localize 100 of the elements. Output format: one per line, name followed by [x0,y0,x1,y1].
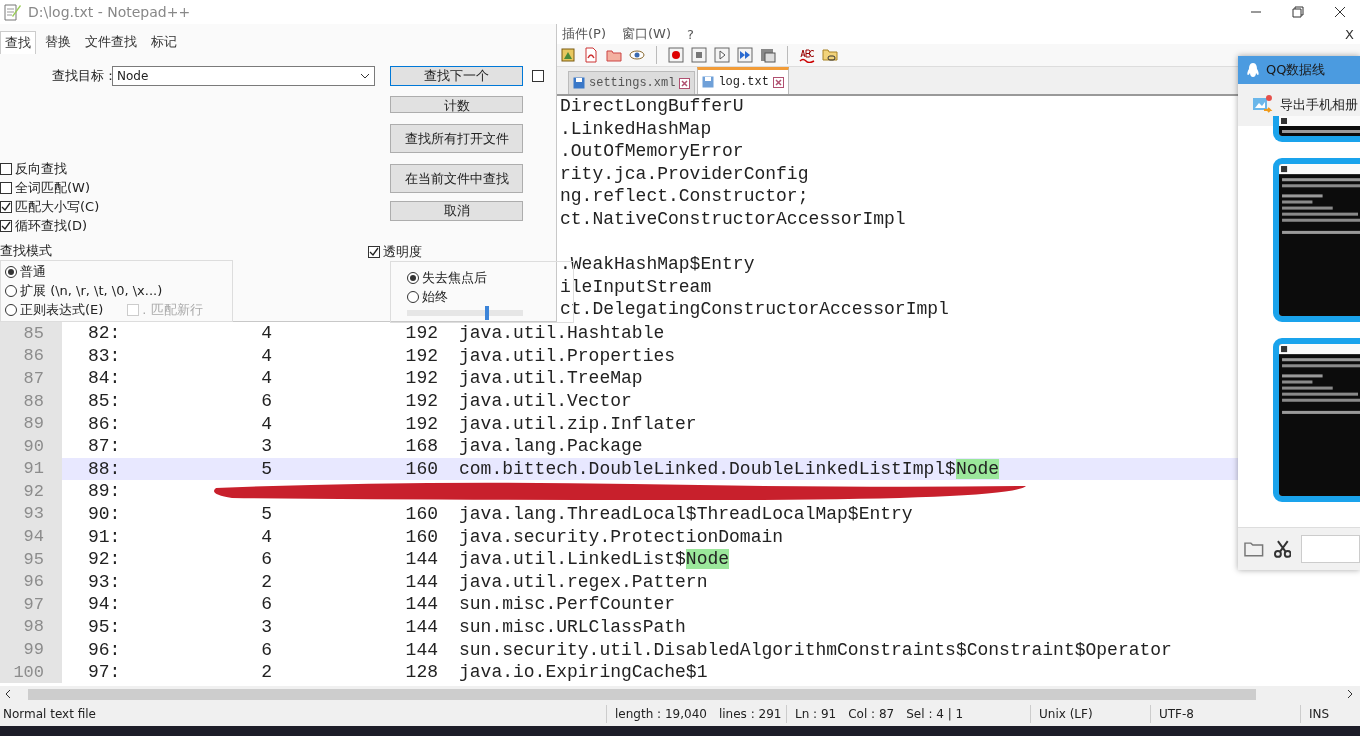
restore-icon[interactable] [1292,6,1304,18]
option-label: 正则表达式(E) [20,301,104,319]
radio-button[interactable] [407,271,419,284]
dialog-tab[interactable]: 标记 [146,31,182,53]
scroll-left-icon[interactable] [4,689,12,699]
code-text: 89: [87,481,122,502]
menu-item[interactable]: 窗口(W) [622,25,671,43]
status-text: UTF-8 [1159,707,1194,721]
code-text: sun.misc.URLClassPath [458,616,687,637]
code-text: .WeakHashMap$Entry [560,254,755,277]
code-text: 3 [261,436,272,457]
code-text: sun.security.util.DisabledAlgorithmConstraints$Constraint$Operator [458,639,1173,660]
line-number: 93 [23,504,44,524]
option-label: 匹配大小写(C) [15,197,100,216]
code-text: ct.NativeConstructorAccessorImpl [560,208,906,231]
code-text: 85: [87,391,122,411]
search-field[interactable]: Node [112,66,375,86]
scroll-right-icon[interactable] [1346,689,1354,699]
code-text: 144 [405,594,438,615]
code-text: 6 [261,549,272,570]
code-text: ng.reflect.Constructor; [560,186,809,209]
code-text: java.lang.ThreadLocal$ThreadLocalMap$Entry [458,504,914,524]
file-tab[interactable]: log.txt [697,67,789,94]
dialog-tab[interactable]: 替换 [40,31,76,53]
code-text: java.util.Hashtable [458,323,666,344]
code-text: sun.misc.PerfCounter [458,594,677,615]
map-icon[interactable] [560,47,576,63]
code-text: ileInputStream [560,276,712,299]
photo-export-icon[interactable] [1252,95,1274,115]
folder-link-icon[interactable] [822,47,838,63]
status-text: Normal text file [3,707,96,721]
find-next-button[interactable]: 查找下一个 [390,66,523,86]
checkbox[interactable] [0,219,12,232]
slider-thumb[interactable] [485,306,490,320]
code-text: 6 [261,639,272,660]
code-text: 96: [87,639,122,660]
radio-button[interactable] [5,304,17,316]
menu-item[interactable]: ? [687,26,694,42]
line-number: 91 [23,459,44,479]
folder-icon[interactable] [1244,541,1264,557]
code-text: 87: [87,436,122,457]
dialog-button[interactable]: 计数 [390,96,523,113]
radio-button[interactable] [407,290,419,303]
spellcheck-icon[interactable] [799,47,815,63]
dialog-tab[interactable]: 查找 [0,30,36,54]
code-text: 2 [261,662,272,683]
code-text: 144 [405,549,438,570]
checkbox[interactable] [0,200,12,213]
play-icon[interactable] [714,47,730,63]
message-input[interactable] [1301,535,1360,563]
field-label: 查找目标： [52,67,112,85]
save-icon [573,77,585,89]
checkbox[interactable] [0,162,12,175]
radio-button[interactable] [5,285,17,297]
folder-icon[interactable] [606,47,622,63]
fast-forward-icon[interactable] [737,47,753,63]
code-text: rity.jca.ProviderConfig [560,163,809,186]
status-text: Col : 87 [848,707,895,721]
scissors-icon[interactable] [1273,540,1292,558]
dialog-button[interactable]: 查找所有打开文件 [390,124,523,153]
record-icon[interactable] [668,47,684,63]
file-tab[interactable]: settings.xml [568,71,696,94]
menu-item[interactable]: 插件(P) [562,25,606,43]
code-text: java.util.zip.Inflater [458,413,698,434]
dialog-tab[interactable]: 文件查找 [80,31,142,53]
dialog-button[interactable]: 在当前文件中查找 [390,164,523,193]
group-title: 查找模式 [0,242,52,260]
option-label: 透明度 [383,242,422,261]
checkbox[interactable] [0,181,12,194]
line-number: 87 [23,368,44,388]
checkbox[interactable] [532,70,544,82]
dropdown-caret-icon[interactable] [360,73,370,79]
code-text: java.lang.Package [458,436,644,457]
line-number: 86 [23,346,44,366]
code-text: 192 [405,413,438,434]
save-macro-icon[interactable] [760,47,776,63]
dialog-button[interactable]: 取消 [390,201,523,221]
radio-button[interactable] [5,266,17,278]
line-number: 99 [23,640,44,660]
eye-icon[interactable] [629,47,645,63]
code-text: 93: [87,571,122,592]
code-text: 4 [261,368,272,389]
stop-icon[interactable] [691,47,707,63]
line-number: 89 [23,414,44,434]
code-text: 3 [261,616,272,637]
code-text: java.util.regex.Pattern [458,571,709,592]
scrollbar-thumb[interactable] [28,688,1256,700]
close-icon[interactable] [1334,6,1346,18]
code-text: java.util.Properties [458,345,677,366]
code-text: 192 [405,368,438,389]
code-text: 6 [261,391,272,411]
code-text: 160 [405,458,438,479]
checkbox[interactable] [368,245,380,258]
line-number: 88 [23,391,44,411]
status-text: INS [1309,707,1330,721]
code-text: 128 [405,662,438,683]
code-text: 192 [405,323,438,344]
close-document-button[interactable]: X [1345,26,1354,42]
line-number: 90 [23,436,44,456]
document-icon[interactable] [583,47,599,63]
